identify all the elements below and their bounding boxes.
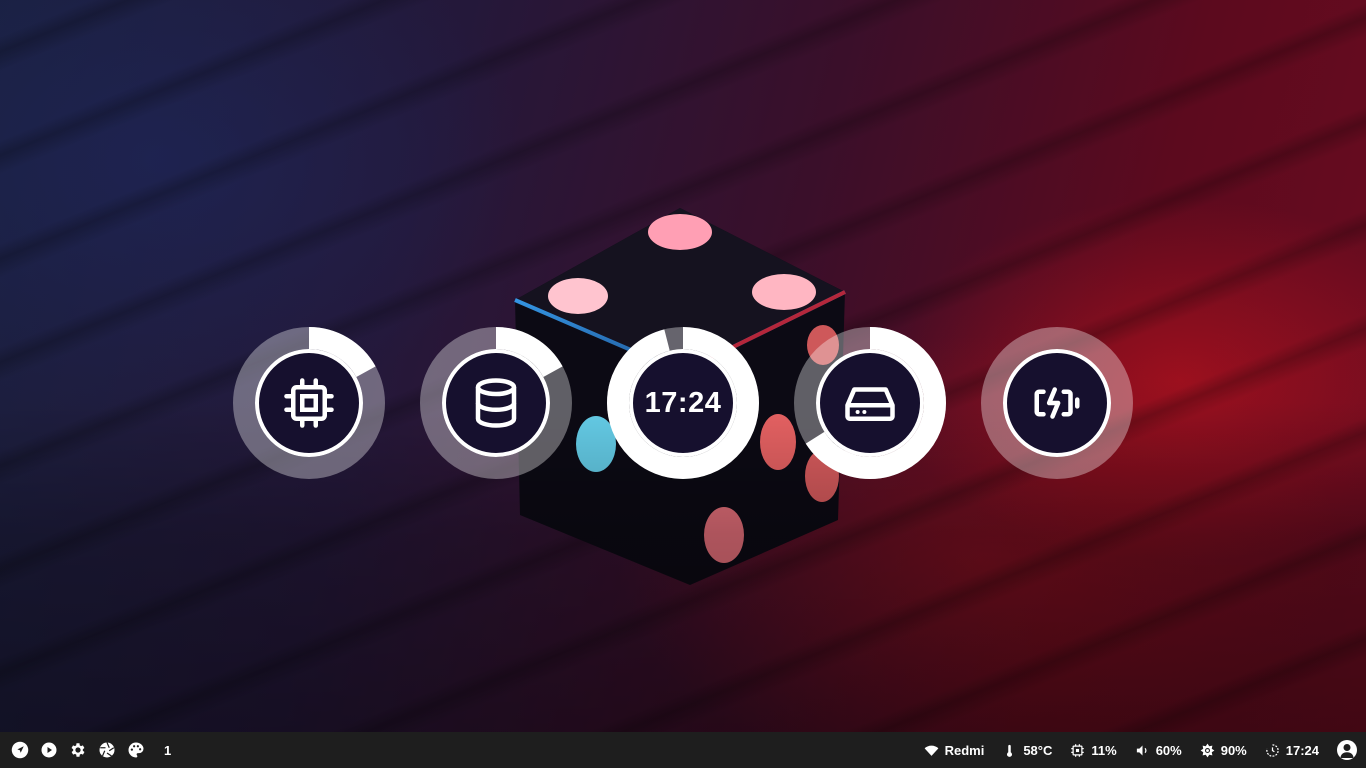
wifi-module[interactable]: Redmi	[924, 742, 985, 758]
palette-icon[interactable]	[126, 740, 146, 760]
clock-module[interactable]: 17:24	[1265, 743, 1319, 758]
memory-widget[interactable]	[420, 327, 572, 479]
taskbar-right: Redmi 58°C 11% 60% 90% 17:24	[906, 732, 1366, 768]
brightness-icon	[1200, 743, 1215, 757]
disk-widget[interactable]	[794, 327, 946, 479]
clock-icon	[1265, 743, 1279, 757]
cpu-module[interactable]: 11%	[1070, 742, 1117, 758]
taskbar: 1 Redmi 58°C 11% 60% 90% 17:24	[0, 732, 1366, 768]
volume-label: 60%	[1155, 742, 1182, 758]
temperature-label: 58°C	[1023, 742, 1053, 758]
volume-module[interactable]: 60%	[1135, 743, 1182, 758]
clock-time: 17:24	[644, 386, 722, 419]
taskbar-left: 1	[0, 732, 171, 768]
brightness-module[interactable]: 90%	[1200, 743, 1247, 758]
temperature-module[interactable]: 58°C	[1002, 743, 1052, 758]
wifi-label: Redmi	[944, 742, 985, 758]
battery-widget[interactable]	[981, 327, 1133, 479]
settings-icon[interactable]	[68, 740, 88, 760]
workspace-indicator[interactable]: 1	[164, 743, 171, 758]
user-avatar-icon[interactable]	[1337, 740, 1357, 760]
database-icon	[475, 378, 517, 428]
clock-widget[interactable]: 17:24	[607, 327, 759, 479]
volume-icon	[1136, 745, 1147, 755]
aperture-icon[interactable]	[97, 740, 117, 760]
harddrive-icon	[845, 387, 895, 421]
cpu-label: 11%	[1091, 742, 1117, 758]
brightness-label: 90%	[1220, 742, 1247, 758]
cpu-small-icon	[1071, 743, 1085, 757]
thermometer-icon	[1007, 744, 1013, 757]
clock-label: 17:24	[1285, 742, 1319, 758]
wifi-icon	[924, 745, 938, 756]
cpu-icon	[284, 378, 334, 428]
battery-charging-icon	[1034, 387, 1080, 419]
launcher-icon[interactable]	[10, 740, 30, 760]
cpu-widget[interactable]	[233, 327, 385, 479]
play-icon[interactable]	[39, 740, 59, 760]
